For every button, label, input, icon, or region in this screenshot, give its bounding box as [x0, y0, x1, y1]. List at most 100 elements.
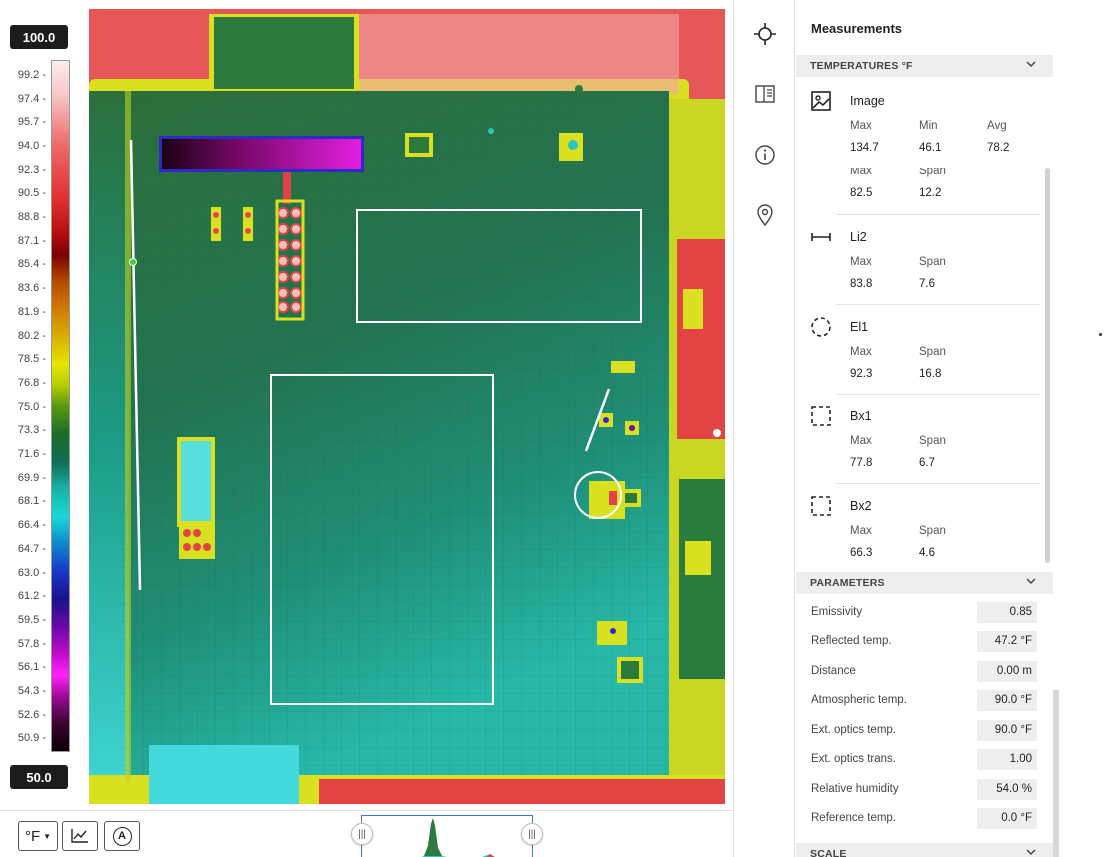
param-ext-optics-trans: Ext. optics trans. 1.00: [796, 749, 1053, 771]
param-value-input[interactable]: 54.0 %: [977, 779, 1037, 800]
chevron-down-icon: [1026, 61, 1036, 68]
measurement-name: Image: [850, 94, 885, 108]
param-distance: Distance 0.00 m: [796, 661, 1053, 683]
param-label: Ext. optics temp.: [811, 724, 897, 736]
auto-adjust-button[interactable]: A: [104, 821, 140, 851]
scale-tick: 66.4 -: [17, 519, 46, 531]
scale-tick: 50.9 -: [17, 732, 46, 744]
param-label: Reflected temp.: [811, 635, 892, 647]
stat-label: Span: [919, 435, 946, 447]
box-tool-icon: [811, 406, 831, 426]
param-relative-humidity: Relative humidity 54.0 %: [796, 779, 1053, 801]
scale-tick: 52.6 -: [17, 709, 46, 721]
scale-min-value[interactable]: 50.0: [10, 765, 68, 789]
partial-measurement[interactable]: Max Span 82.5 12.2: [810, 135, 1040, 210]
scale-tick: 97.4 -: [17, 93, 46, 105]
param-label: Reference temp.: [811, 812, 897, 824]
crosshair-icon[interactable]: [753, 22, 777, 46]
location-pin-icon[interactable]: [753, 203, 777, 227]
scale-max-value[interactable]: 100.0: [10, 25, 68, 49]
info-icon[interactable]: [753, 143, 777, 167]
chart-button[interactable]: [62, 821, 98, 851]
param-value-input[interactable]: 0.0 °F: [977, 808, 1037, 829]
stat-label: Max: [850, 346, 872, 358]
scale-tick: 99.2 -: [17, 69, 46, 81]
scale-section-header[interactable]: SCALE: [796, 843, 1053, 857]
scale-tick: 92.3 -: [17, 164, 46, 176]
window-edge: [1053, 690, 1059, 857]
measurement-li2[interactable]: Li2 Max Span 83.8 7.6: [810, 226, 1040, 301]
param-label: Ext. optics trans.: [811, 753, 897, 765]
caret-down-icon: ▼: [43, 831, 52, 841]
compare-icon[interactable]: [753, 82, 777, 106]
edge-marker: [1099, 333, 1102, 336]
scale-tick: 85.4 -: [17, 258, 46, 270]
stat-label: Span: [919, 525, 946, 537]
measurement-el1[interactable]: El1 Max Span 92.3 16.8: [810, 316, 1040, 391]
scale-tick: 80.2 -: [17, 330, 46, 342]
measurements-panel: Measurements TEMPERATURES °F Image Max M…: [796, 0, 1053, 857]
param-ext-optics-temp: Ext. optics temp. 90.0 °F: [796, 720, 1053, 742]
measurement-bx1[interactable]: Bx1 Max Span 77.8 6.7: [810, 405, 1040, 480]
color-palette-bar[interactable]: [51, 60, 70, 752]
scale-tick: 81.9 -: [17, 306, 46, 318]
temperature-unit-dropdown[interactable]: °F ▼: [18, 821, 58, 851]
bottom-toolbar: °F ▼ A ||| |||: [0, 810, 735, 857]
scale-tick: 54.3 -: [17, 685, 46, 697]
scale-tick: 95.7 -: [17, 116, 46, 128]
histogram[interactable]: [361, 815, 533, 857]
measurement-name: Bx2: [850, 499, 872, 513]
param-value-input[interactable]: 1.00: [977, 749, 1037, 770]
param-reflected-temp: Reflected temp. 47.2 °F: [796, 631, 1053, 653]
scale-tick: 71.6 -: [17, 448, 46, 460]
ellipse-tool-icon: [811, 317, 831, 337]
stat-label: Min: [919, 120, 938, 132]
param-reference-temp: Reference temp. 0.0 °F: [796, 808, 1053, 830]
tool-rail: [733, 0, 795, 857]
scale-tick: 94.0 -: [17, 140, 46, 152]
panel-scrollbar[interactable]: [1045, 168, 1050, 563]
stat-value: 7.6: [919, 278, 935, 290]
stat-label: Span: [919, 256, 946, 268]
measurement-bx2[interactable]: Bx2 Max Span 66.3 4.6: [810, 495, 1040, 570]
param-value-input[interactable]: 90.0 °F: [977, 690, 1037, 711]
parameters-section-header[interactable]: PARAMETERS: [796, 572, 1053, 594]
param-label: Relative humidity: [811, 783, 899, 795]
drag-handle-icon: |||: [528, 828, 536, 840]
scale-tick: 57.8 -: [17, 638, 46, 650]
param-emissivity: Emissivity 0.85: [796, 602, 1053, 624]
param-value-input[interactable]: 0.00 m: [977, 661, 1037, 682]
stat-label: Max: [850, 256, 872, 268]
temperatures-section-header[interactable]: TEMPERATURES °F: [796, 55, 1053, 77]
stat-value: 82.5: [850, 187, 873, 199]
auto-icon: A: [112, 826, 132, 846]
chevron-down-icon: [1026, 578, 1036, 585]
param-value-input[interactable]: 90.0 °F: [977, 720, 1037, 741]
param-label: Emissivity: [811, 606, 863, 618]
measurement-name: Bx1: [850, 409, 872, 423]
panel-title: Measurements: [811, 21, 903, 36]
scale-tick: 56.1 -: [17, 661, 46, 673]
stat-value: 66.3: [850, 547, 873, 559]
scale-tick: 68.1 -: [17, 495, 46, 507]
scale-tick: 83.6 -: [17, 282, 46, 294]
param-value-input[interactable]: 47.2 °F: [977, 631, 1037, 652]
line-tool-icon: [811, 233, 831, 241]
box-tool-icon: [811, 496, 831, 516]
stat-value: 6.7: [919, 457, 935, 469]
param-value-input[interactable]: 0.85: [977, 602, 1037, 623]
parameters-header-label: PARAMETERS: [810, 577, 885, 589]
image-icon: [811, 91, 831, 111]
param-atmospheric-temp: Atmospheric temp. 90.0 °F: [796, 690, 1053, 712]
histogram-max-handle[interactable]: |||: [521, 823, 543, 845]
stat-label: Avg: [987, 120, 1007, 132]
unit-label: °F: [24, 827, 41, 845]
cool-block: [181, 441, 211, 521]
stat-value: 83.8: [850, 278, 873, 290]
drag-handle-icon: |||: [358, 828, 366, 840]
scale-ticks: 99.2 - 97.4 - 95.7 - 94.0 - 92.3 - 90.5 …: [0, 60, 46, 752]
thermal-image[interactable]: [89, 9, 725, 804]
scale-tick: 76.8 -: [17, 377, 46, 389]
measurement-name: Li2: [850, 230, 867, 244]
histogram-min-handle[interactable]: |||: [351, 823, 373, 845]
